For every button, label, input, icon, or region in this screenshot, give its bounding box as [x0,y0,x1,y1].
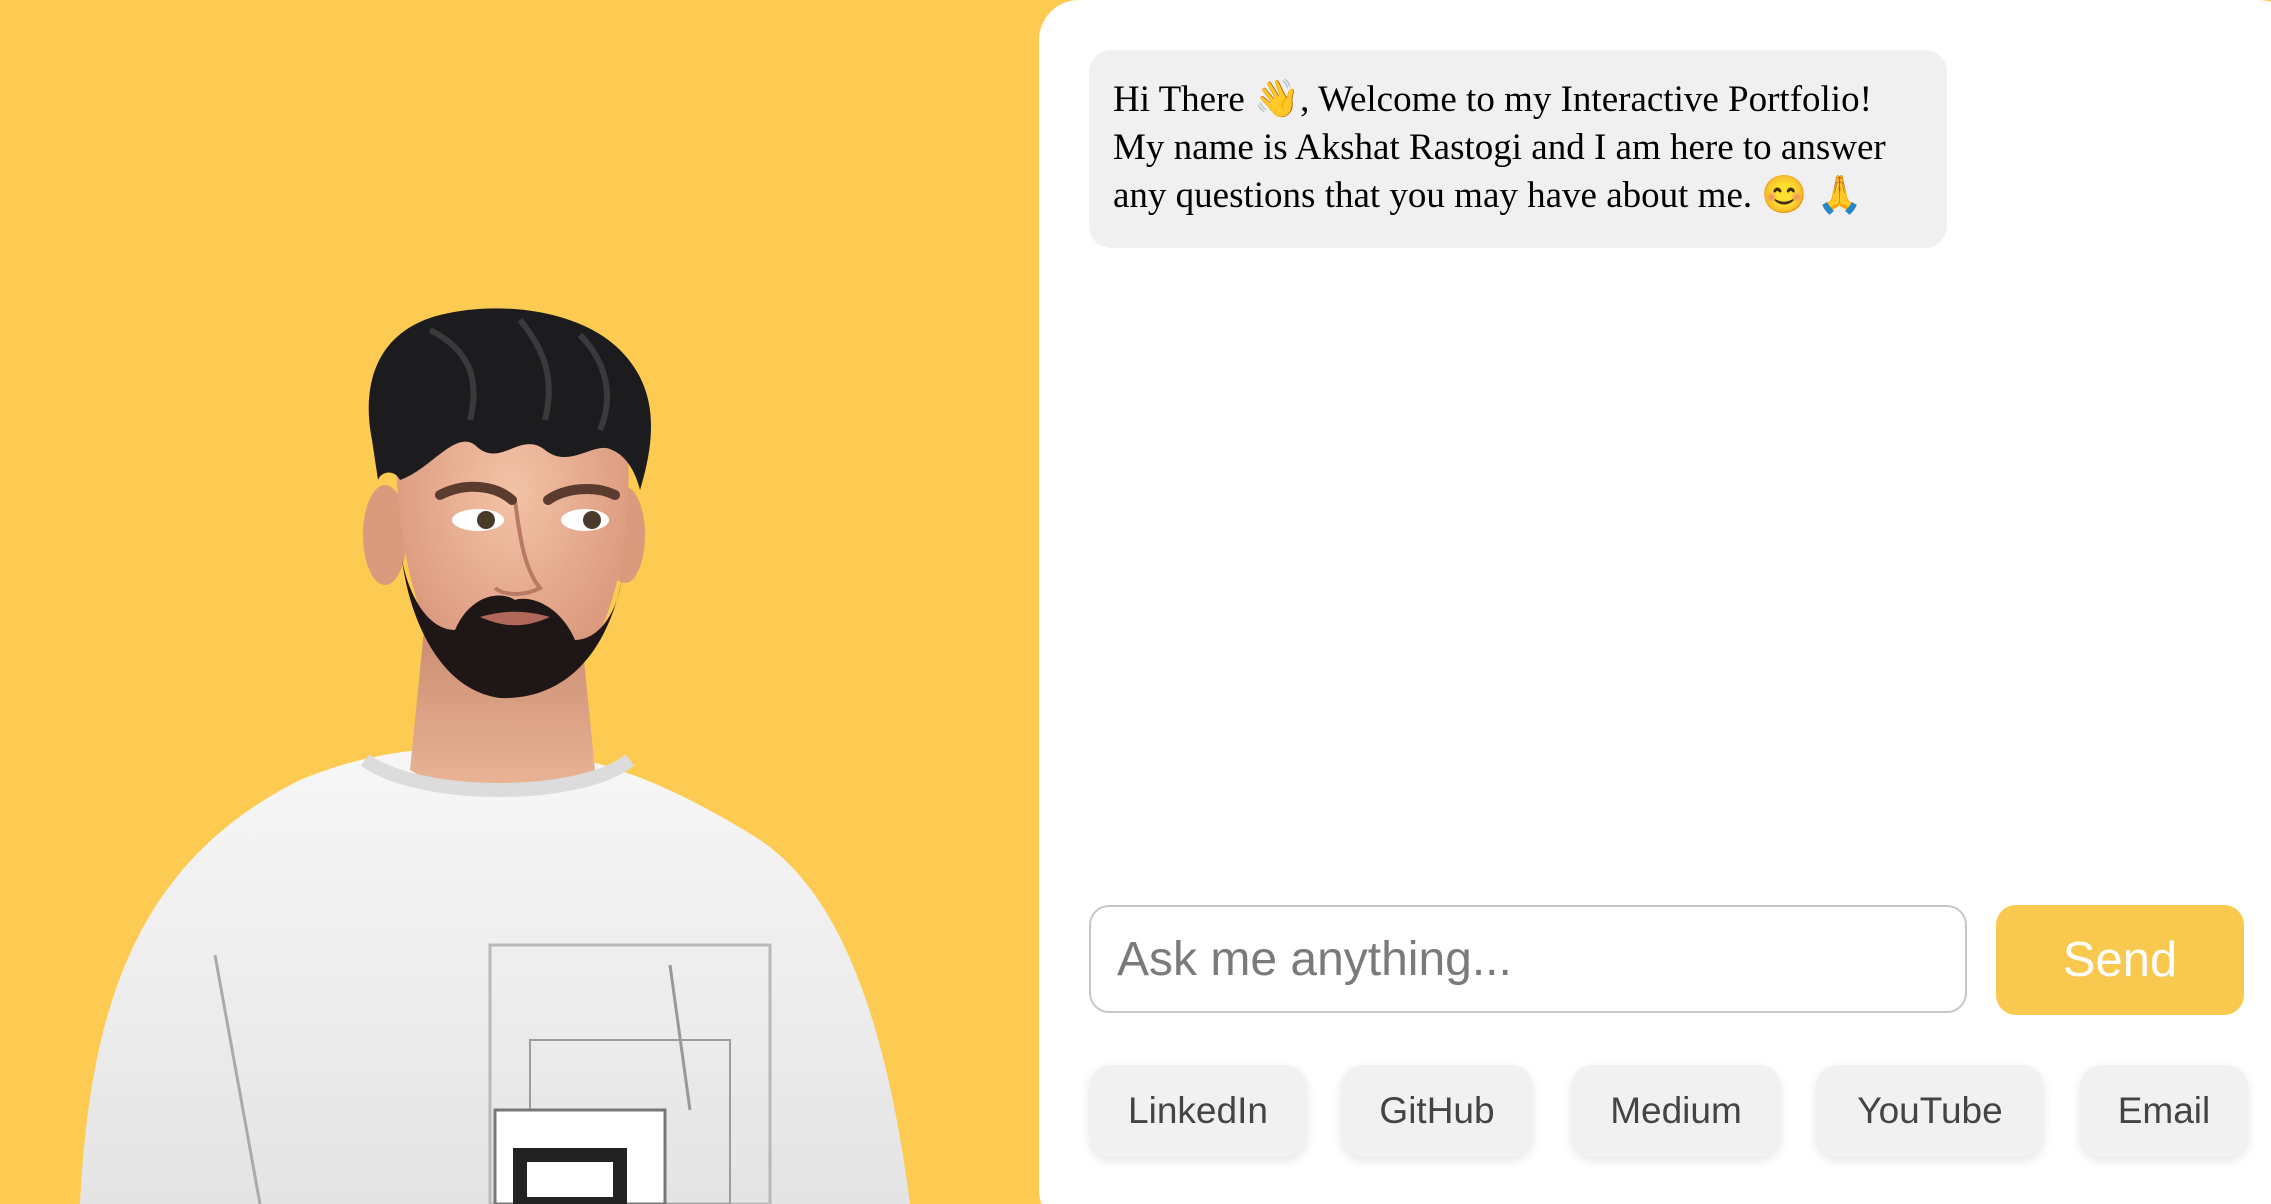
avatar-viewport [0,0,1040,1204]
chat-panel: Hi There 👋, Welcome to my Interactive Po… [1039,0,2271,1204]
youtube-link-button[interactable]: YouTube [1816,1065,2044,1157]
welcome-message-bubble: Hi There 👋, Welcome to my Interactive Po… [1089,50,1947,248]
email-link-button[interactable]: Email [2080,1065,2248,1157]
question-input[interactable] [1089,905,1967,1013]
social-links-bar: LinkedIn GitHub Medium YouTube Email [1089,1065,2249,1157]
send-button[interactable]: Send [1996,905,2244,1015]
avatar-3d-image [80,308,910,1204]
medium-link-button[interactable]: Medium [1571,1065,1781,1157]
linkedin-link-button[interactable]: LinkedIn [1089,1065,1307,1157]
github-link-button[interactable]: GitHub [1341,1065,1533,1157]
app-root: Hi There 👋, Welcome to my Interactive Po… [0,0,2271,1204]
